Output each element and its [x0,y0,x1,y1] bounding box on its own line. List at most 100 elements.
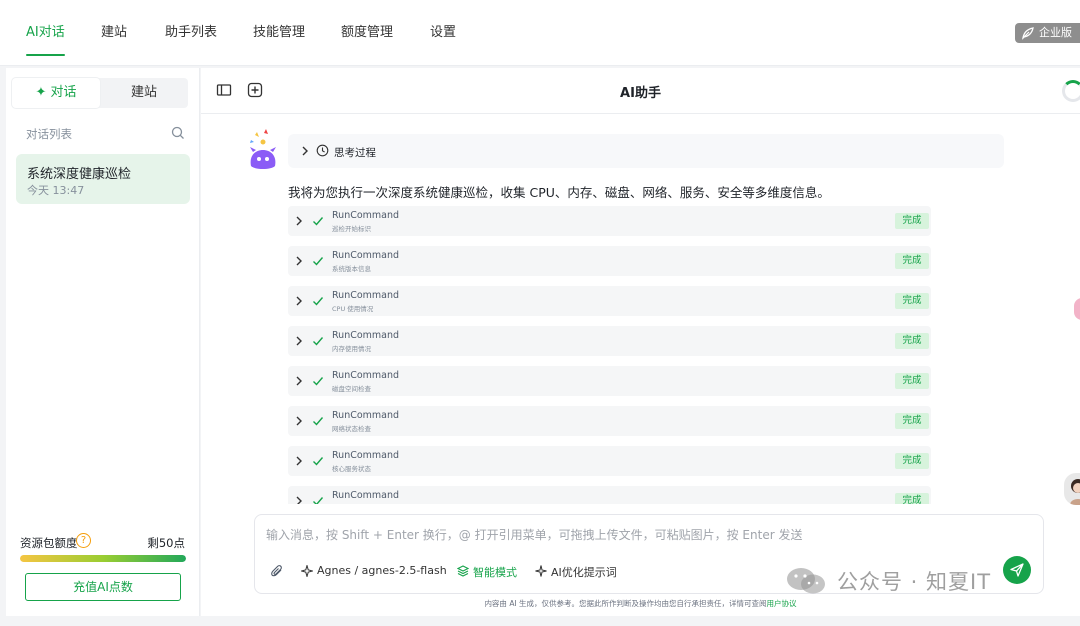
search-icon[interactable] [171,126,185,140]
wechat-logo-icon [787,568,825,594]
leaf-icon [1022,27,1034,40]
tool-name: RunCommand [332,290,400,301]
quota-remaining: 剩50点 [147,536,185,550]
status-badge: 完成 [895,213,929,229]
tool-call-row[interactable]: RunCommand 核心服务状态 完成 [288,446,931,476]
person-icon [1070,479,1080,505]
tool-description: CPU 使用情况 [332,305,374,313]
recharge-button[interactable]: 充值AI点数 [25,573,181,601]
send-button[interactable] [1003,556,1031,584]
quota-label: 资源包额度 [20,536,78,550]
status-badge: 完成 [895,493,929,504]
chevron-right-icon [296,296,302,306]
tool-call-row[interactable]: RunCommand 磁盘空间检查 完成 [288,366,931,396]
tool-call-row[interactable]: RunCommand CPU 使用情况 完成 [288,286,931,316]
chevron-right-icon [296,256,302,266]
floating-side-button[interactable] [1074,298,1080,320]
tool-name: RunCommand [332,410,400,421]
ai-disclaimer: 内容由 AI 生成，仅供参考。您据此所作判断及操作均由您自行承担责任，详情可查阅… [201,598,1080,609]
floating-assistant-avatar[interactable] [1064,473,1080,505]
tab-skill-management[interactable]: 技能管理 [253,0,305,66]
conversation-item[interactable]: 系统深度健康巡检 今天 13:47 [16,154,190,204]
message-input-placeholder[interactable]: 输入消息，按 Shift + Enter 换行，@ 打开引用菜单，可拖拽上传文件… [266,526,802,543]
send-icon [1010,563,1024,577]
tool-call-row[interactable]: RunCommand 内存使用情况 完成 [288,326,931,356]
tool-name: RunCommand [332,210,400,221]
quota-progress-bar [20,555,186,562]
status-badge: 完成 [895,253,929,269]
tab-quota-management[interactable]: 额度管理 [341,0,393,66]
tool-name: RunCommand [332,330,400,341]
paperclip-icon[interactable] [270,564,284,578]
chevron-right-icon [296,416,302,426]
segment-chat[interactable]: ✦ 对话 [12,78,100,108]
segment-chat-label: 对话 [50,85,77,100]
sidebar: ✦ 对话 建站 对话列表 系统深度健康巡检 今天 13:47 资源包额度 ? 剩… [6,68,200,616]
page-title: AI助手 [620,86,661,101]
tab-site-build[interactable]: 建站 [101,0,127,66]
magic-sparkle-icon [535,565,547,577]
layers-icon [457,565,469,577]
tool-call-list: RunCommand 巡检开始标识 完成 RunCommand 系统版本信息 完成 RunC… [288,206,933,504]
tab-assistant-list[interactable]: 助手列表 [165,0,217,66]
model-name: Agnes / agnes-2.5-flash [317,564,447,577]
tool-call-row[interactable]: RunCommand 巡检开始标识 完成 [288,206,931,236]
tab-settings[interactable]: 设置 [430,0,456,66]
optimize-prompt-label: AI优化提示词 [551,566,617,579]
tool-description: 系统版本信息 [332,265,371,273]
tool-call-row[interactable]: RunCommand 完成 [288,486,931,504]
chat-panel: AI助手 思考过程 我将为您执行一次深度系统健康巡检，收集 CPU、内存、磁盘、… [201,68,1080,616]
conversation-time: 今天 13:47 [27,184,85,197]
conversation-title: 系统深度健康巡检 [27,167,132,182]
check-icon [313,337,324,346]
chevron-right-icon [296,456,302,466]
loading-spinner-icon [1062,80,1080,102]
chat-header: AI助手 [201,68,1080,114]
thinking-process-toggle[interactable]: 思考过程 [288,134,1004,168]
status-badge: 完成 [895,413,929,429]
conversation-list-label: 对话列表 [26,127,72,141]
chevron-right-icon [296,216,302,226]
chevron-right-icon [296,496,302,504]
status-badge: 完成 [895,333,929,349]
enterprise-badge[interactable]: 企业版 [1015,23,1080,43]
chevron-right-icon [296,376,302,386]
tool-description: 网络状态检查 [332,425,371,433]
chevron-right-icon [302,146,308,156]
enterprise-badge-label: 企业版 [1039,26,1072,39]
segment-site-build[interactable]: 建站 [100,78,188,108]
tool-name: RunCommand [332,250,400,261]
tool-description: 内存使用情况 [332,345,371,353]
check-icon [313,217,324,226]
tool-description: 磁盘空间检查 [332,385,371,393]
tab-ai-chat[interactable]: AI对话 [14,0,77,66]
check-icon [313,457,324,466]
check-icon [313,497,324,504]
user-agreement-link[interactable]: 用户协议 [767,599,797,608]
sparkle-icon: ✦ [35,85,51,100]
assistant-avatar [250,129,276,169]
tool-name: RunCommand [332,490,400,501]
quota-progress-fill [20,555,186,562]
tool-call-row[interactable]: RunCommand 网络状态检查 完成 [288,406,931,436]
check-icon [313,257,324,266]
mode-switch: ✦ 对话 建站 [12,78,188,108]
assistant-message-text: 我将为您执行一次深度系统健康巡检，收集 CPU、内存、磁盘、网络、服务、安全等多… [288,185,830,200]
tool-name: RunCommand [332,370,400,381]
status-badge: 完成 [895,373,929,389]
status-badge: 完成 [895,453,929,469]
top-navigation: AI对话 建站 助手列表 技能管理 额度管理 设置 企业版 [0,0,1080,66]
tool-name: RunCommand [332,450,400,461]
clock-icon [316,144,329,157]
status-badge: 完成 [895,293,929,309]
disclaimer-text: 内容由 AI 生成，仅供参考。您据此所作判断及操作均由您自行承担责任，详情可查阅 [484,599,767,608]
tool-call-row[interactable]: RunCommand 系统版本信息 完成 [288,246,931,276]
thinking-process-label: 思考过程 [334,147,376,159]
smart-mode-label: 智能模式 [473,566,517,579]
tool-description: 巡检开始标识 [332,225,371,233]
watermark-text: 公众号 · 知夏IT [837,570,992,594]
help-icon[interactable]: ? [76,533,91,548]
sparkle-icon [301,565,313,577]
chevron-right-icon [296,336,302,346]
check-icon [313,377,324,386]
